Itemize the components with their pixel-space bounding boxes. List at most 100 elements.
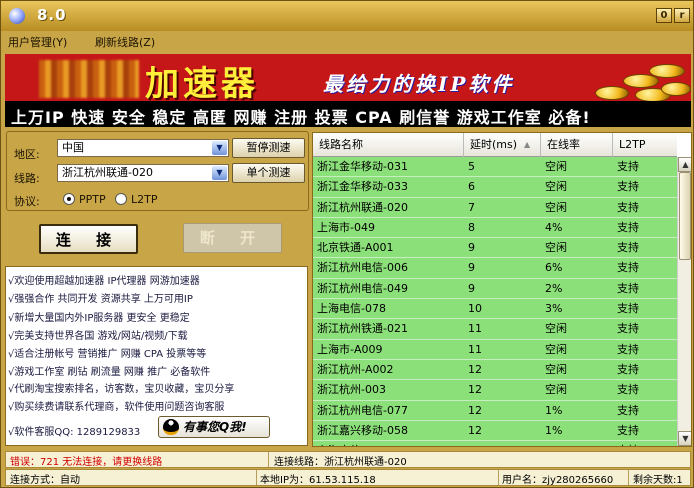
cell-l2tp: 支持 <box>617 281 639 295</box>
cell-online-rate: 2% <box>545 281 563 295</box>
notice-line: √新增大量国内外IP服务器 更安全 更稳定 <box>8 313 190 324</box>
table-row[interactable]: 浙江杭州-A002 12 空闲 支持 <box>313 359 677 381</box>
cell-online-rate: 空闲 <box>545 160 567 173</box>
notice-line: √欢迎使用超越加速器 IP代理器 网游加速器 <box>8 276 200 287</box>
cell-online-rate: 1% <box>545 403 563 417</box>
status-divider <box>498 470 499 485</box>
cell-online-rate: 空闲 <box>545 241 567 255</box>
notice-line: √适合注册帐号 营销推广 网赚 CPA 投票等等 <box>8 349 207 360</box>
banner-features: 上万IP 快速 安全 稳定 高匿 网赚 注册 投票 CPA 刷信誉 游戏工作室 … <box>11 108 591 127</box>
qq-badge-label: 有事您Q我! <box>183 420 247 434</box>
cell-online-rate: 1% <box>545 423 563 437</box>
connected-line-status: 连接线路：浙江杭州联通-020 <box>274 457 407 468</box>
pause-test-button[interactable]: 暂停测速 <box>232 138 305 158</box>
banner-feature-strip: 上万IP 快速 安全 稳定 高匿 网赚 注册 投票 CPA 刷信誉 游戏工作室 … <box>5 101 691 127</box>
cell-l2tp: 支持 <box>617 383 639 397</box>
table-row[interactable]: 浙江嘉兴移动-058 12 1% 支持 <box>313 420 677 442</box>
cell-line-name: 上海电信-088 <box>313 441 464 446</box>
cell-line-name: 上海市-A009 <box>317 342 383 356</box>
radio-pptp[interactable] <box>63 193 75 205</box>
cell-line-name: 浙江金华移动-033 <box>317 180 408 194</box>
cell-online-rate: 3% <box>545 302 563 316</box>
local-ip-status: 本地IP为：61.53.115.18 <box>260 475 376 486</box>
minimize-button[interactable]: 0 <box>656 8 672 23</box>
column-online-rate[interactable]: 在线率 <box>541 133 613 157</box>
chevron-down-icon[interactable]: ▼ <box>212 141 227 155</box>
table-row[interactable]: 浙江杭州联通-020 7 空闲 支持 <box>313 197 677 218</box>
server-line-table: 线路名称 延时(ms) ▲ 在线率 L2TP 浙江金华移动-031 5 空闲 支持 浙江… <box>312 132 692 447</box>
cell-line-name: 北京铁通-A001 <box>317 241 394 255</box>
notice-line: √购买续费请联系代理商，软件使用问题咨询客服 <box>8 402 225 413</box>
qq-penguin-icon <box>163 419 179 435</box>
connect-button[interactable]: 连 接 <box>39 224 138 254</box>
cell-latency: 5 <box>468 160 475 173</box>
line-select[interactable]: 浙江杭州联通-020 ▼ <box>57 164 229 182</box>
cell-l2tp: 支持 <box>617 241 639 255</box>
title-bar[interactable]: 8.0 0 r <box>1 1 693 31</box>
radio-l2tp-label: L2TP <box>131 193 158 206</box>
scroll-thumb[interactable] <box>679 172 691 260</box>
cell-online-rate: 空闲 <box>545 322 567 336</box>
line-value: 浙江杭州联通-020 <box>62 166 153 179</box>
table-row[interactable]: 浙江杭州电信-006 9 6% 支持 <box>313 258 677 279</box>
qq-chat-button[interactable]: 有事您Q我! <box>158 416 270 438</box>
close-button[interactable]: r <box>674 8 690 23</box>
menu-bar: 用户管理(Y) 刷新线路(Z) <box>1 31 693 51</box>
table-row[interactable]: 上海市-A009 11 空闲 支持 <box>313 339 677 360</box>
banner: 加速器 最给力的换IP软件 上万IP 快速 安全 稳定 高匿 网赚 注册 投票 … <box>5 54 691 127</box>
cell-l2tp: 支持 <box>617 403 639 417</box>
status-bar-top: 错误：721 无法连接，请更换线路 连接线路：浙江杭州联通-020 <box>5 451 691 468</box>
cell-latency: 12 <box>468 403 482 417</box>
table-row[interactable]: 上海电信-078 10 3% 支持 <box>313 299 677 320</box>
cell-l2tp: 支持 <box>617 322 639 336</box>
single-test-button[interactable]: 单个测速 <box>232 163 305 183</box>
cell-latency: 12 <box>468 383 482 397</box>
table-row[interactable]: 浙江杭州电信-077 12 1% 支持 <box>313 400 677 421</box>
cell-online-rate: 空闲 <box>545 362 567 376</box>
table-header: 线路名称 延时(ms) ▲ 在线率 L2TP <box>313 133 677 157</box>
table-row[interactable]: 北京铁通-A001 9 空闲 支持 <box>313 238 677 259</box>
cell-line-name: 上海市-049 <box>317 220 375 234</box>
table-row[interactable]: 浙江杭州-003 12 空闲 支持 <box>313 380 677 401</box>
menu-user-manage[interactable]: 用户管理(Y) <box>8 34 67 50</box>
cell-l2tp: 支持 <box>617 423 639 437</box>
table-row[interactable]: 上海市-049 8 4% 支持 <box>313 217 677 239</box>
cell-latency: 9 <box>468 281 475 295</box>
connection-settings-panel: 地区: 中国 ▼ 暂停测速 线路: 浙江杭州联通-020 ▼ 单个测速 协议: … <box>6 131 309 211</box>
notice-line: √完美支持世界各国 游戏/网站/视频/下载 <box>8 331 188 342</box>
app-window: 8.0 0 r 用户管理(Y) 刷新线路(Z) 加速器 最给力的换IP软件 上万… <box>0 0 694 488</box>
status-divider <box>256 470 257 485</box>
notice-line: √代刷淘宝搜索排名，访客数，宝贝收藏，宝贝分享 <box>8 384 235 395</box>
notice-line: √强强合作 共同开发 资源共享 上万可用IP <box>8 294 193 305</box>
notice-line: √游戏工作室 刷钻 刷流量 网赚 推广 必备软件 <box>8 367 211 378</box>
table-row[interactable]: 浙江金华移动-033 6 空闲 支持 <box>313 177 677 198</box>
cell-latency: 9 <box>468 241 475 255</box>
cell-latency: 11 <box>468 322 482 336</box>
cell-l2tp: 支持 <box>617 200 639 214</box>
cell-online-rate: 空闲 <box>545 200 567 214</box>
cell-l2tp: 支持 <box>617 160 639 173</box>
column-l2tp[interactable]: L2TP <box>613 133 677 157</box>
table-row[interactable]: 上海电信-088121%支持 <box>313 441 677 446</box>
chevron-down-icon[interactable]: ▼ <box>212 166 227 180</box>
table-row[interactable]: 浙江金华移动-031 5 空闲 支持 <box>313 157 677 178</box>
cell-latency: 8 <box>468 220 475 234</box>
cell-line-name: 浙江杭州铁通-021 <box>317 322 408 336</box>
brand-logo-blurred <box>39 60 139 98</box>
region-select[interactable]: 中国 ▼ <box>57 139 229 157</box>
scroll-up-icon[interactable]: ▲ <box>678 157 691 172</box>
column-line-name[interactable]: 线路名称 <box>313 133 464 157</box>
window-title: 8.0 <box>37 6 67 24</box>
cell-latency: 6 <box>468 180 475 194</box>
cell-latency: 12 <box>464 441 541 446</box>
error-message: 错误：721 无法连接，请更换线路 <box>10 457 163 468</box>
disconnect-button[interactable]: 断 开 <box>183 223 282 253</box>
cell-l2tp: 支持 <box>617 342 639 356</box>
menu-refresh-lines[interactable]: 刷新线路(Z) <box>95 34 155 50</box>
table-row[interactable]: 浙江杭州电信-049 9 2% 支持 <box>313 278 677 300</box>
table-scrollbar[interactable]: ▲ ▼ <box>677 157 691 446</box>
scroll-down-icon[interactable]: ▼ <box>678 431 691 446</box>
table-row[interactable]: 浙江杭州铁通-021 11 空闲 支持 <box>313 319 677 340</box>
status-bar-bottom: 连接方式：自动 本地IP为：61.53.115.18 用户名：zjy280265… <box>5 469 691 486</box>
radio-l2tp[interactable] <box>115 193 127 205</box>
